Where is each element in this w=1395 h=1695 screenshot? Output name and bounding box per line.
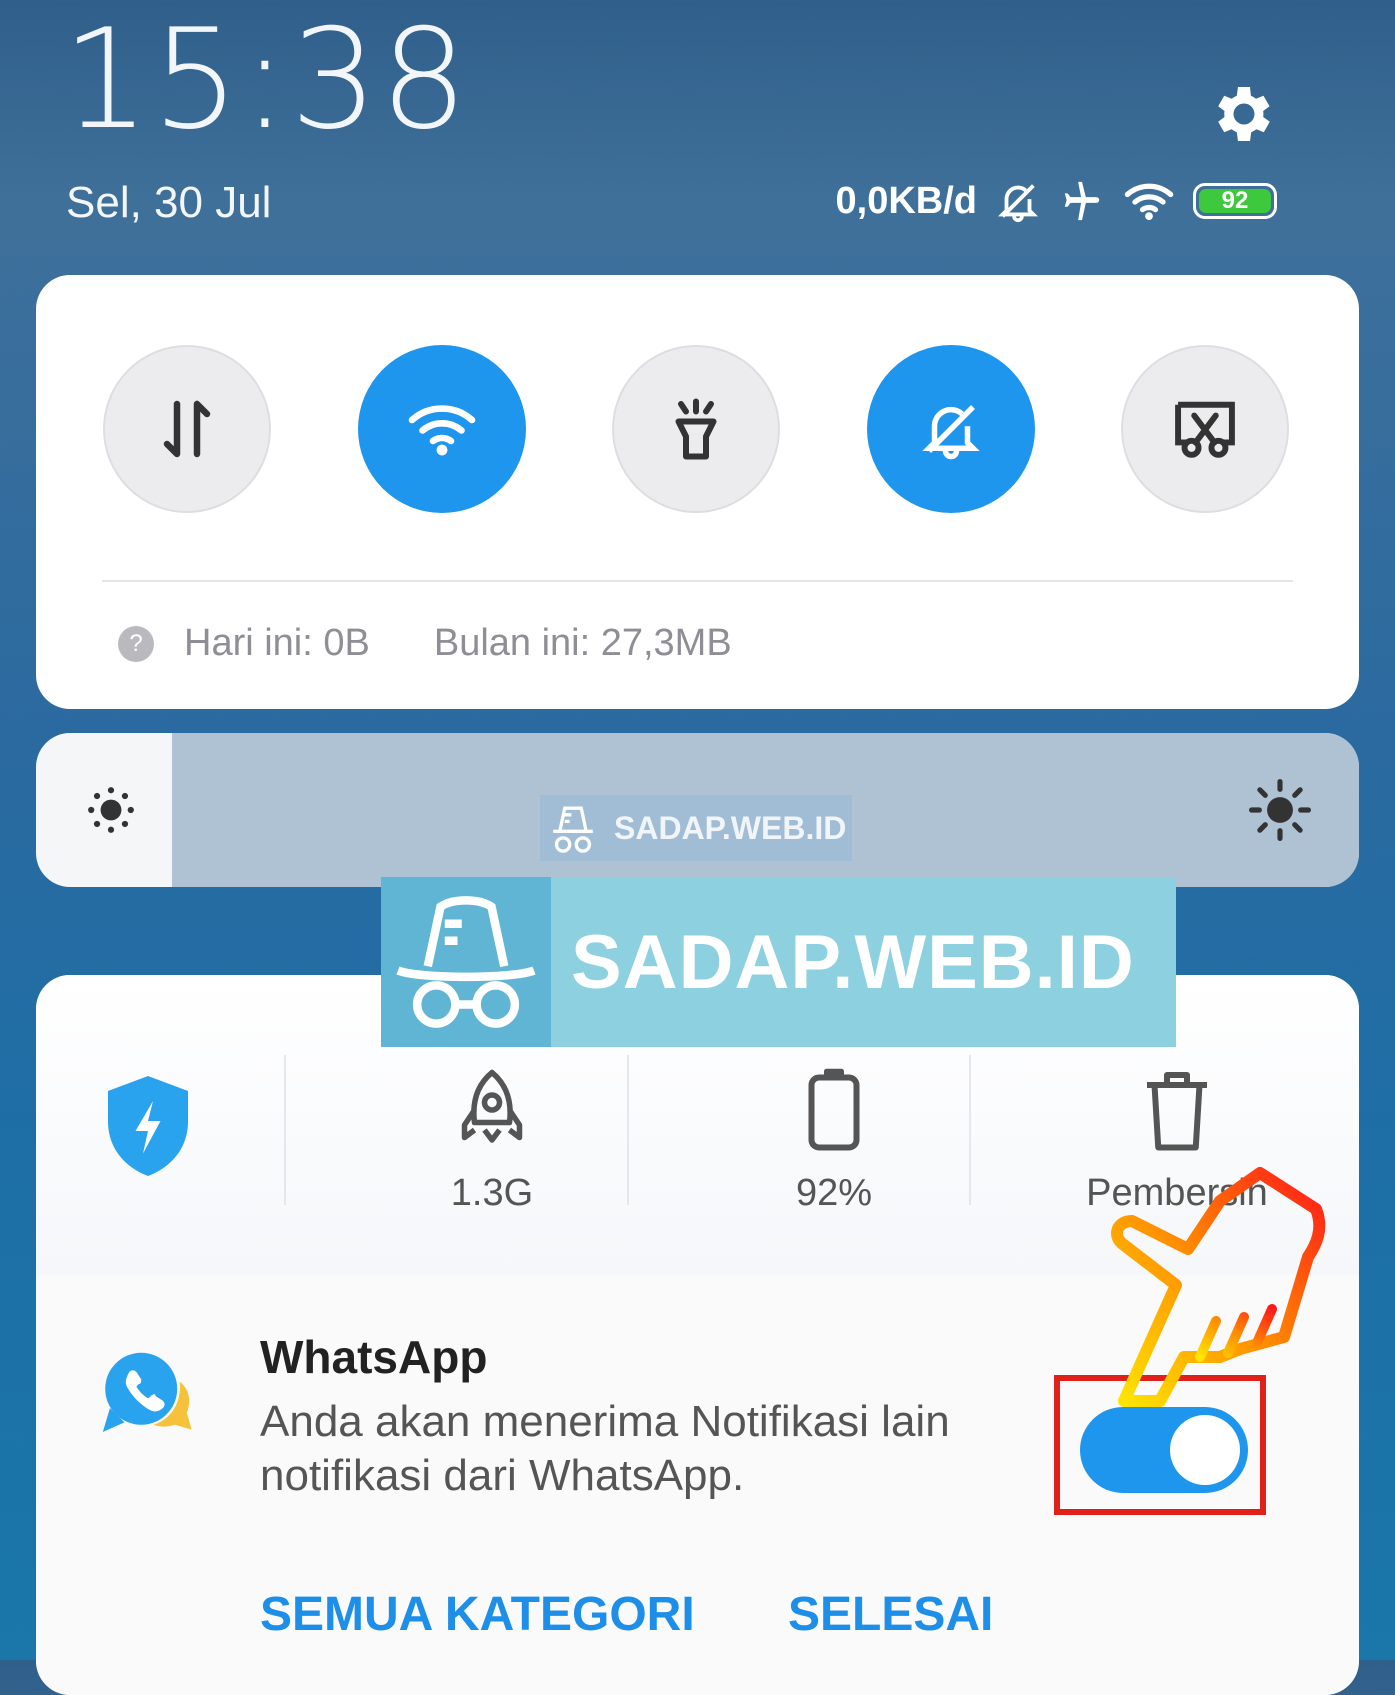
battery-icon: 92 (1193, 183, 1277, 219)
data-usage: ? Hari ini: 0B Bulan ini: 27,3MB (118, 622, 732, 665)
watermark-large: SADAP.WEB.ID (381, 877, 1176, 1047)
status-bar: 0,0KB/d 92 (836, 178, 1277, 224)
wifi-icon (408, 405, 476, 456)
security-shield-icon[interactable] (98, 1071, 198, 1181)
scissors-icon (1175, 401, 1235, 458)
notification-app-name: WhatsApp (260, 1331, 488, 1383)
battery-percent-label: 92% (795, 1172, 873, 1214)
brightness-slider[interactable]: SADAP.WEB.ID (36, 733, 1359, 887)
wifi-icon (1124, 183, 1174, 221)
clock: 15:38 (62, 0, 470, 160)
usage-today: Hari ini: 0B (184, 622, 370, 664)
separator (284, 1055, 286, 1205)
silent-toggle[interactable] (867, 345, 1035, 513)
screenshot-toggle[interactable] (1121, 345, 1289, 513)
usage-month: Bulan ini: 27,3MB (433, 622, 732, 664)
spy-logo-icon (553, 806, 593, 853)
all-categories-button[interactable]: SEMUA KATEGORI (260, 1587, 695, 1642)
ram-label: 1.3G (450, 1172, 534, 1214)
date: Sel, 30 Jul (66, 178, 272, 227)
brightness-high-icon (1249, 779, 1311, 841)
quick-settings-panel: ? Hari ini: 0B Bulan ini: 27,3MB (36, 275, 1359, 709)
divider (102, 580, 1293, 582)
settings-gear-icon[interactable] (1205, 78, 1277, 150)
watermark-small: SADAP.WEB.ID (540, 795, 852, 861)
pointing-hand-icon (1111, 1167, 1326, 1407)
airplane-icon (1064, 181, 1100, 221)
data-arrows-icon (163, 400, 211, 458)
bell-off-icon (922, 405, 980, 460)
separator (969, 1055, 971, 1205)
separator (627, 1055, 629, 1205)
flashlight-toggle[interactable] (612, 345, 780, 513)
battery-saver-button[interactable]: 92% (674, 1065, 994, 1215)
trash-icon (1147, 1072, 1207, 1151)
mute-icon (998, 184, 1038, 223)
net-speed: 0,0KB/d (835, 179, 977, 222)
battery-level: 92 (1221, 187, 1249, 214)
help-icon[interactable]: ? (118, 625, 154, 662)
rocket-icon (461, 1069, 523, 1143)
watermark-large-text: SADAP.WEB.ID (571, 919, 1135, 1005)
notification-description: Anda akan menerima Notifikasi lain notif… (260, 1397, 950, 1500)
battery-outline-icon (808, 1068, 860, 1151)
wifi-toggle[interactable] (358, 345, 526, 513)
ram-boost-button[interactable]: 1.3G (332, 1065, 652, 1215)
whatsapp-icon (102, 1352, 192, 1432)
done-button[interactable]: SELESAI (788, 1587, 993, 1642)
watermark-small-text: SADAP.WEB.ID (614, 809, 847, 846)
brightness-low-icon (88, 787, 134, 833)
mobile-data-toggle[interactable] (103, 345, 271, 513)
spy-logo-icon (381, 877, 551, 1047)
flashlight-icon (675, 398, 717, 460)
